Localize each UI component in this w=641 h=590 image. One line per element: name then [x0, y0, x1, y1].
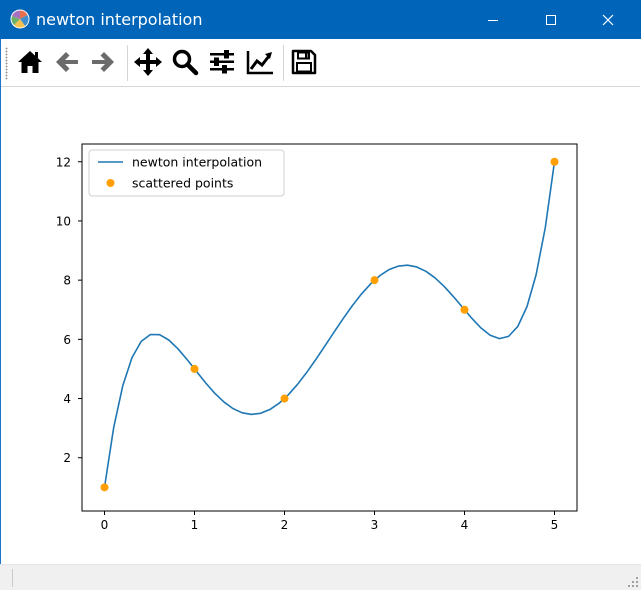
- toolbar-grip[interactable]: [5, 47, 8, 80]
- x-tick-label: 2: [281, 518, 289, 532]
- close-icon: [602, 14, 614, 25]
- title-bar[interactable]: newton interpolation: [0, 0, 641, 39]
- y-tick-label: 4: [63, 392, 71, 406]
- save-icon: [291, 49, 317, 75]
- y-tick-label: 8: [63, 274, 71, 288]
- y-tick-label: 12: [56, 155, 71, 169]
- maximize-button[interactable]: [528, 0, 574, 39]
- back-arrow-icon: [56, 52, 78, 72]
- legend-point-swatch: [106, 179, 115, 187]
- home-icon: [18, 51, 42, 73]
- navigation-toolbar: [1, 39, 640, 87]
- x-tick-label: 3: [371, 518, 379, 532]
- app-window: newton interpolation 0 1 2 3 4 5 2 4 6 8…: [0, 0, 641, 590]
- scatter-point: [190, 364, 199, 373]
- pan-button[interactable]: [132, 46, 164, 78]
- close-button[interactable]: [585, 0, 631, 39]
- edit-axis-button[interactable]: [244, 46, 276, 78]
- scatter-point: [370, 276, 379, 285]
- zoom-button[interactable]: [169, 46, 201, 78]
- y-tick-label: 2: [63, 451, 71, 465]
- line-chart-icon: [246, 51, 273, 75]
- resize-grip-icon[interactable]: [627, 576, 639, 588]
- forward-arrow-icon: [92, 52, 114, 72]
- legend-label: scattered points: [132, 176, 233, 191]
- status-bar-divider: [12, 569, 13, 587]
- plot-series: [100, 157, 559, 492]
- legend: newton interpolation scattered points: [88, 149, 285, 197]
- x-axis: 0 1 2 3 4 5: [101, 511, 559, 532]
- toolbar-separator: [283, 45, 284, 81]
- scatter-point: [550, 157, 559, 166]
- x-tick-label: 1: [191, 518, 199, 532]
- window-title: newton interpolation: [36, 10, 203, 29]
- scatter-point: [100, 483, 109, 492]
- x-tick-label: 5: [551, 518, 559, 532]
- chart[interactable]: 012345 24681012 newton interpolationscat…: [1, 87, 640, 563]
- matplotlib-logo-icon: [10, 9, 30, 29]
- minimize-icon: [488, 19, 498, 21]
- x-tick-label: 4: [461, 518, 469, 532]
- maximize-icon: [546, 14, 556, 25]
- status-bar: [0, 564, 641, 590]
- y-tick-label: 6: [63, 333, 71, 347]
- interpolation-line: [103, 161, 556, 488]
- x-tick-label: 0: [101, 518, 109, 532]
- y-tick-label: 10: [56, 214, 71, 228]
- zoom-icon: [172, 49, 199, 76]
- scatter-point: [280, 394, 289, 403]
- axes-frame: [81, 143, 578, 512]
- back-button[interactable]: [51, 46, 83, 78]
- figure-canvas[interactable]: 012345 2 4 6 8 10 12 newton interpolation scat…: [1, 87, 640, 563]
- save-button[interactable]: [288, 46, 320, 78]
- configure-subplots-button[interactable]: [206, 46, 238, 78]
- y-axis: 2 4 6 8 10 12: [56, 155, 82, 465]
- minimize-button[interactable]: [470, 0, 516, 39]
- forward-button[interactable]: [87, 46, 119, 78]
- legend-label: newton interpolation: [132, 155, 262, 170]
- scatter-point: [460, 305, 469, 314]
- move-icon: [134, 48, 162, 76]
- home-button[interactable]: [14, 46, 46, 78]
- toolbar-separator: [127, 45, 128, 81]
- sliders-icon: [210, 50, 234, 74]
- axes-spines: [81, 143, 578, 512]
